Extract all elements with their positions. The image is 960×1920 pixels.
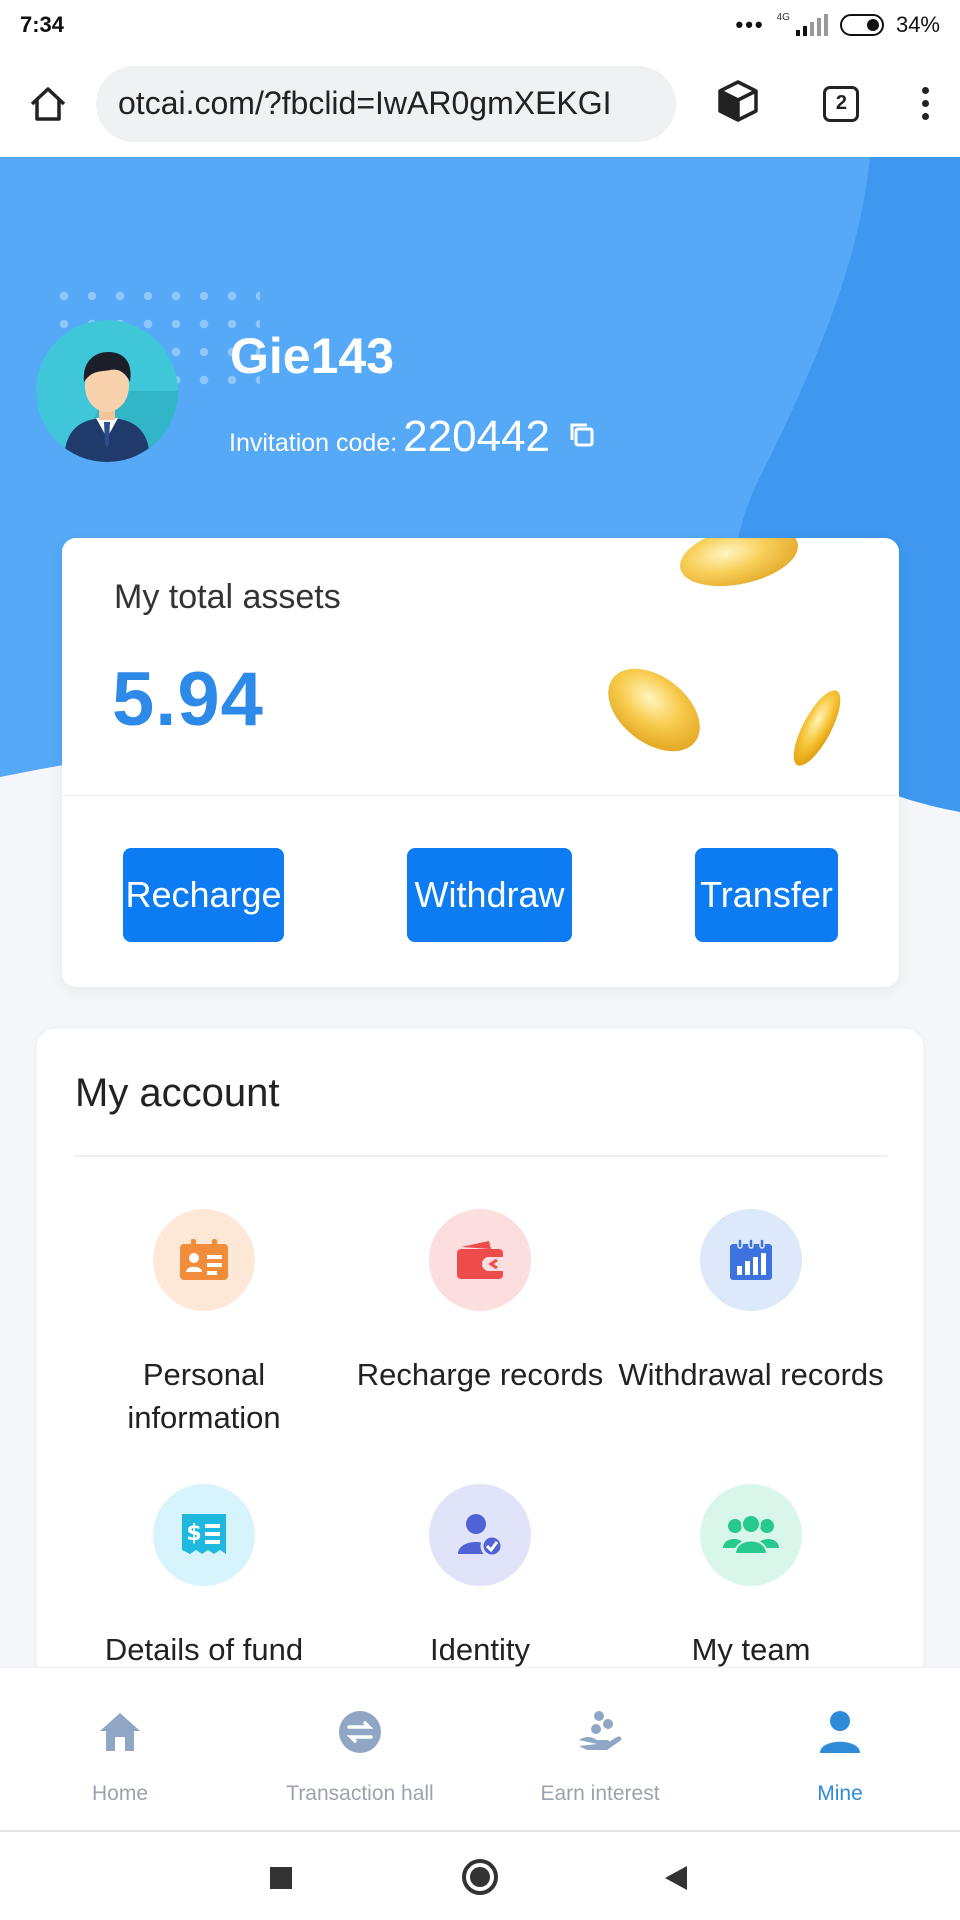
bottom-navigation: Home Transaction hall Earn interest Mine — [0, 1667, 960, 1830]
nav-mine[interactable]: Mine — [720, 1668, 960, 1830]
status-time: 7:34 — [20, 12, 65, 37]
receipt-dollar-icon: $ — [182, 1514, 226, 1554]
invitation-code: 220442 — [403, 412, 550, 461]
wallet-icon — [457, 1241, 503, 1279]
nav-transaction-hall-label: Transaction hall — [286, 1782, 434, 1805]
back-button[interactable] — [663, 1864, 689, 1897]
status-icons: ••• 4G 34% — [736, 12, 941, 38]
divider — [62, 795, 899, 796]
personal-information-label: Personal information — [127, 1357, 281, 1435]
username: Gie143 — [230, 328, 395, 384]
battery-percent: 34% — [895, 12, 940, 37]
user-icon — [820, 1711, 860, 1753]
status-bar: 7:34 ••• 4G 34% — [0, 0, 960, 50]
recharge-records-label: Recharge records — [356, 1357, 604, 1392]
identity-label: Identity — [430, 1632, 530, 1667]
cube-button[interactable] — [715, 78, 761, 129]
notification-dots: ••• — [735, 12, 765, 37]
gold-coins-decoration — [608, 538, 841, 766]
browser-toolbar: otcai.com/?fbclid=IwAR0gmXEKGI 2 — [0, 50, 960, 157]
identity-item[interactable]: Identity — [345, 1484, 615, 1671]
circle-icon — [462, 1859, 498, 1895]
details-of-fund-label: Details of fund — [104, 1632, 304, 1667]
nav-home-label: Home — [91, 1782, 149, 1805]
hand-coins-icon — [579, 1711, 622, 1750]
user-verified-icon — [458, 1514, 504, 1558]
assets-card: My total assets 5.94 Recharge Withdraw T… — [62, 538, 899, 987]
details-of-fund-item[interactable]: $ Details of fund — [69, 1484, 339, 1671]
square-icon — [270, 1867, 292, 1889]
browser-menu-button[interactable] — [921, 87, 929, 120]
exchange-icon — [339, 1711, 381, 1753]
id-card-icon — [180, 1239, 228, 1280]
home-icon — [100, 1713, 140, 1751]
personal-information-item[interactable]: Personal information — [69, 1209, 339, 1439]
recharge-button[interactable]: Recharge — [123, 848, 284, 942]
my-team-item[interactable]: My team — [616, 1484, 886, 1671]
svg-text:$: $ — [186, 1521, 201, 1546]
account-title: My account — [75, 1071, 280, 1115]
transfer-button[interactable]: Transfer — [695, 848, 838, 942]
system-home-button[interactable] — [461, 1858, 499, 1901]
url-field[interactable]: otcai.com/?fbclid=IwAR0gmXEKGI — [96, 65, 676, 142]
home-outline-icon — [30, 86, 66, 121]
total-assets-label: My total assets — [114, 578, 341, 616]
avatar[interactable] — [36, 320, 178, 462]
withdrawal-records-item[interactable]: Withdrawal records — [616, 1209, 886, 1396]
copy-icon — [570, 423, 594, 446]
recents-button[interactable] — [269, 1866, 293, 1895]
cube-icon — [718, 80, 758, 122]
withdrawal-records-label: Withdrawal records — [618, 1357, 884, 1392]
recharge-records-item[interactable]: Recharge records — [345, 1209, 615, 1396]
copy-button[interactable] — [568, 421, 596, 454]
my-team-label: My team — [691, 1632, 811, 1667]
avatar-person-icon — [36, 320, 178, 462]
invitation-label: Invitation code: — [229, 429, 398, 457]
nav-transaction-hall[interactable]: Transaction hall — [240, 1668, 480, 1830]
withdraw-button[interactable]: Withdraw — [407, 848, 572, 942]
total-assets-value: 5.94 — [112, 657, 264, 742]
network-type: 4G — [776, 12, 790, 23]
nav-earn-interest-label: Earn interest — [540, 1782, 660, 1805]
back-triangle-icon — [665, 1866, 687, 1890]
tab-switcher-button[interactable]: 2 — [823, 85, 860, 122]
system-navigation-bar — [0, 1830, 960, 1920]
invitation-row: Invitation code: 220442 — [229, 412, 596, 462]
chart-calendar-icon — [730, 1238, 772, 1280]
nav-earn-interest[interactable]: Earn interest — [480, 1668, 720, 1830]
divider — [75, 1155, 887, 1157]
nav-mine-label: Mine — [817, 1782, 863, 1805]
team-icon — [723, 1514, 779, 1555]
browser-home-button[interactable] — [0, 50, 96, 157]
battery-icon — [839, 14, 884, 36]
nav-home[interactable]: Home — [0, 1668, 240, 1830]
account-card: My account Personal information Recharge… — [37, 1029, 923, 1729]
url-text: otcai.com/?fbclid=IwAR0gmXEKGI — [118, 85, 612, 121]
signal-icon — [795, 14, 828, 36]
